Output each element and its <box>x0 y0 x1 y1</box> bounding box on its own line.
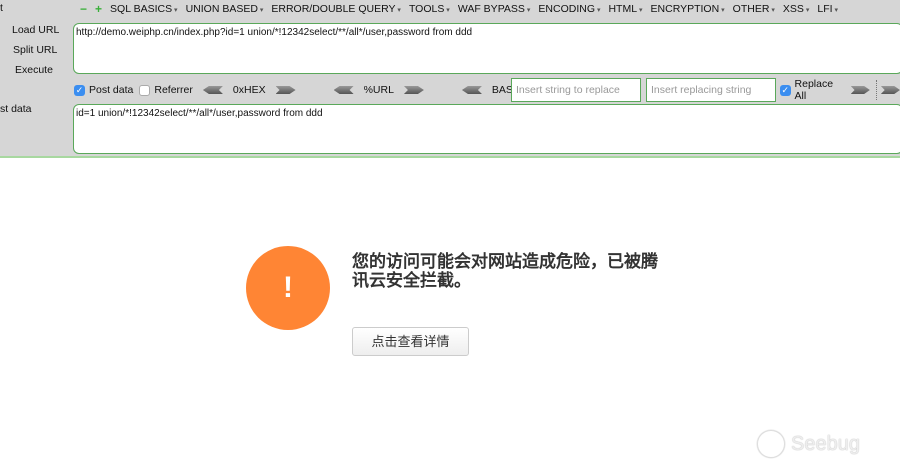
referrer-label: Referrer <box>154 84 193 96</box>
block-message: 您的访问可能会对网站造成危险，已被腾讯云安全拦截。 <box>352 252 658 290</box>
warning-icon: ! <box>246 246 330 330</box>
menu-lfi[interactable]: LFI <box>817 3 838 15</box>
menu-xss[interactable]: XSS <box>783 3 809 15</box>
menu-sql-basics[interactable]: SQL BASICS <box>110 3 178 15</box>
replace-string-input[interactable]: Insert string to replace <box>511 78 641 102</box>
url-decode-arrow-icon[interactable] <box>333 86 354 94</box>
menu-encryption[interactable]: ENCRYPTION <box>651 3 725 15</box>
hex-encode-arrow-icon[interactable] <box>275 86 296 94</box>
view-details-button[interactable]: 点击查看详情 <box>352 327 469 356</box>
replace-next-arrow-icon[interactable] <box>880 86 900 94</box>
divider <box>875 80 877 100</box>
menu-html[interactable]: HTML <box>608 3 642 15</box>
hackbar-toolbar: t − + SQL BASICS UNION BASED ERROR/DOUBL… <box>0 0 900 158</box>
seebug-logo-icon <box>757 430 785 458</box>
menu-encoding[interactable]: ENCODING <box>538 3 600 15</box>
post-data-side-label: st data <box>0 103 32 115</box>
side-label: t <box>0 2 3 14</box>
execute-button[interactable]: Execute <box>15 64 53 76</box>
replacing-string-input[interactable]: Insert replacing string <box>646 78 776 102</box>
hex-label: 0xHEX <box>232 84 266 96</box>
referrer-checkbox[interactable] <box>139 84 151 96</box>
url-input[interactable]: http://demo.weiphp.cn/index.php?id=1 uni… <box>73 23 900 74</box>
replace-all-label: Replace All <box>794 78 834 102</box>
load-url-button[interactable]: Load URL <box>12 24 59 36</box>
replace-all-row: ✓ Replace All <box>780 78 900 102</box>
post-data-input[interactable]: id=1 union/*!12342select/**/all*/user,pa… <box>73 104 900 154</box>
replace-all-checkbox[interactable]: ✓ <box>780 84 791 96</box>
menu-union-based[interactable]: UNION BASED <box>186 3 264 15</box>
increase-icon[interactable]: + <box>95 2 102 16</box>
menu-tools[interactable]: TOOLS <box>409 3 450 15</box>
menu-waf-bypass[interactable]: WAF BYPASS <box>458 3 531 15</box>
url-encoding-label: %URL <box>363 84 394 96</box>
replace-arrow-icon[interactable] <box>850 86 870 94</box>
post-data-checkbox[interactable]: ✓ <box>74 84 85 96</box>
seebug-watermark: Seebug <box>757 430 860 458</box>
decrease-icon[interactable]: − <box>80 2 87 16</box>
watermark-text: Seebug <box>791 432 860 455</box>
options-row: ✓ Post data Referrer 0xHEX %URL BASE64 <box>74 80 572 100</box>
menu-bar: − + SQL BASICS UNION BASED ERROR/DOUBLE … <box>80 2 838 16</box>
url-encode-arrow-icon[interactable] <box>403 86 424 94</box>
hex-decode-arrow-icon[interactable] <box>202 86 223 94</box>
post-data-label: Post data <box>89 84 134 96</box>
menu-other[interactable]: OTHER <box>733 3 775 15</box>
split-url-button[interactable]: Split URL <box>13 44 57 56</box>
menu-error-double-query[interactable]: ERROR/DOUBLE QUERY <box>271 3 401 15</box>
base64-decode-arrow-icon[interactable] <box>461 86 482 94</box>
